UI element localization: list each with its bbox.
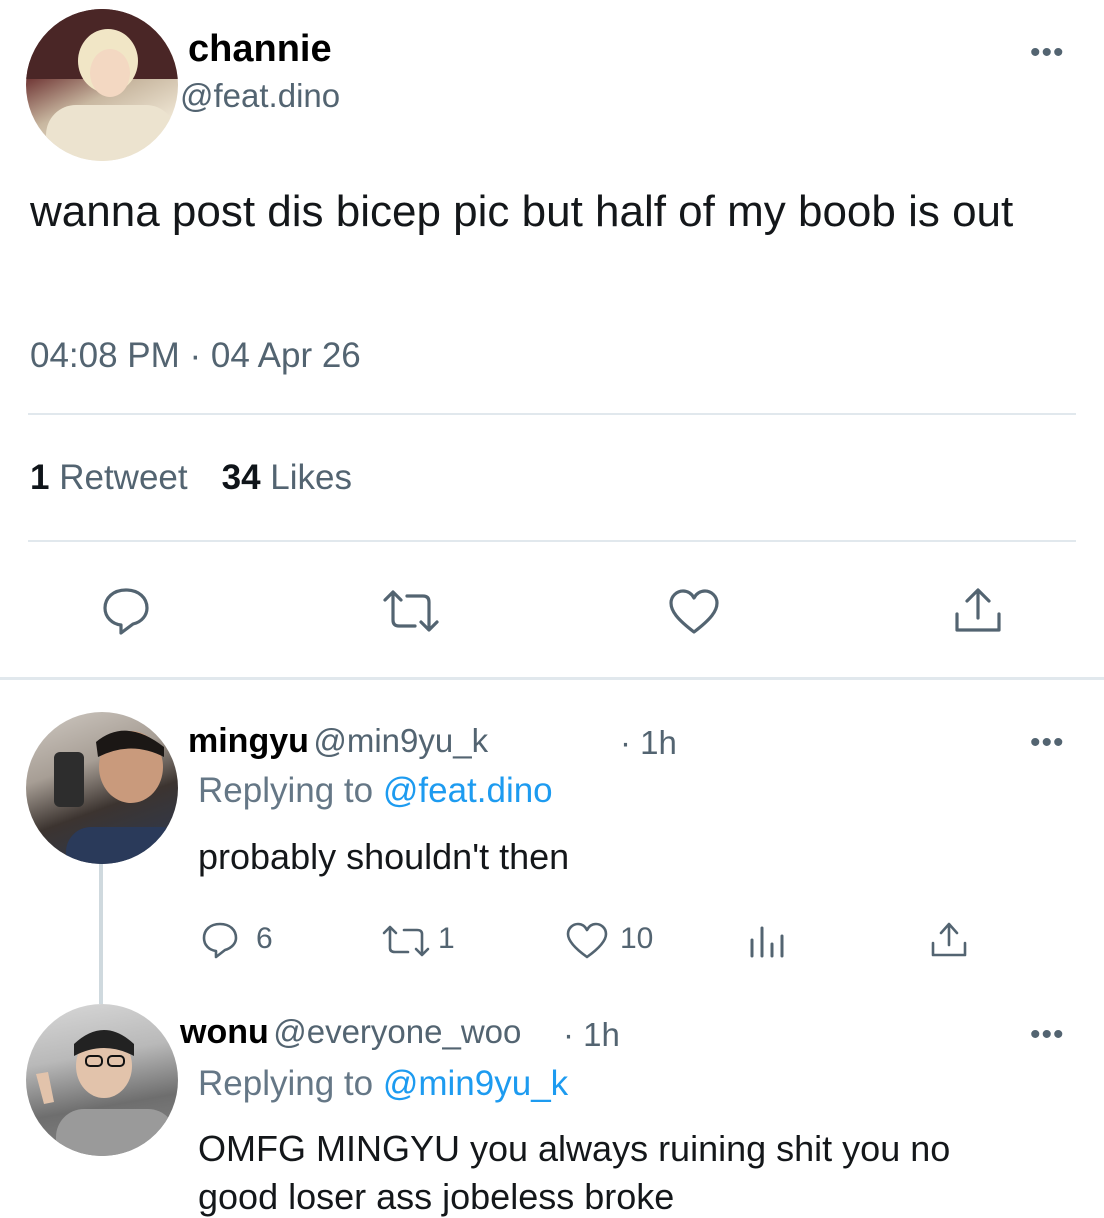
replying-mention[interactable]: @min9yu_k [383, 1064, 568, 1103]
avatar-photo-icon [36, 1030, 176, 1156]
replying-to: Replying to @min9yu_k [198, 1064, 568, 1104]
share-icon [931, 922, 967, 957]
retweet-stat[interactable]: 1 Retweet [30, 458, 188, 497]
reply-handle[interactable]: @min9yu_k [313, 722, 488, 759]
replying-prefix: Replying to [198, 771, 374, 810]
replying-prefix: Replying to [198, 1064, 374, 1103]
retweet-icon [383, 590, 439, 632]
section-divider [0, 677, 1104, 680]
reply-time[interactable]: · 1h [620, 724, 677, 762]
retweet-button[interactable] [381, 923, 431, 959]
share-button[interactable] [952, 586, 1004, 636]
retweet-icon [382, 925, 430, 957]
likes-stat[interactable]: 34 Likes [222, 458, 352, 497]
reply-button[interactable] [100, 586, 152, 636]
like-button[interactable] [667, 588, 721, 636]
likes-label: Likes [270, 458, 352, 497]
like-icon [566, 922, 608, 959]
retweet-label: Retweet [59, 458, 188, 497]
reply-display-name[interactable]: mingyu [188, 722, 309, 760]
avatar-photo-icon [26, 9, 178, 161]
retweet-count: 1 [438, 922, 455, 955]
author-avatar[interactable] [26, 9, 178, 161]
retweet-button[interactable] [381, 588, 441, 634]
retweet-count: 1 [30, 458, 50, 497]
more-options-icon[interactable]: ••• [1030, 38, 1065, 68]
reply-icon [103, 588, 149, 635]
like-button[interactable] [565, 922, 609, 960]
reply-header: mingyu @min9yu_k [188, 722, 488, 761]
reply-button[interactable] [200, 921, 240, 959]
reply-icon [202, 922, 238, 959]
tweet-timestamp[interactable]: 04:08 PM · 04 Apr 26 [30, 336, 361, 376]
reply-text: probably shouldn't then [198, 836, 570, 877]
reply-header: wonu @everyone_woo [180, 1013, 521, 1052]
tweet-text: wanna post dis bicep pic but half of my … [30, 187, 1014, 236]
reply-time[interactable]: · 1h [563, 1016, 620, 1054]
reply-handle[interactable]: @everyone_woo [273, 1013, 521, 1050]
analytics-button[interactable] [748, 924, 786, 958]
avatar-photo-icon [54, 730, 178, 864]
replying-mention[interactable]: @feat.dino [383, 771, 553, 810]
like-icon [669, 589, 719, 634]
reply-display-name[interactable]: wonu [180, 1013, 269, 1051]
divider [28, 413, 1076, 415]
like-count: 10 [620, 922, 654, 955]
more-options-icon[interactable]: ••• [1030, 728, 1065, 758]
tweet-stats: 1 Retweet 34 Likes [30, 458, 352, 498]
reply-text: OMFG MINGYU you always ruining shit you … [198, 1128, 951, 1169]
share-button[interactable] [929, 921, 969, 959]
author-handle[interactable]: @feat.dino [180, 77, 340, 115]
reply-avatar[interactable] [26, 712, 178, 864]
likes-count: 34 [221, 458, 261, 497]
thread-line [99, 864, 103, 1004]
reply-count: 6 [256, 922, 273, 955]
analytics-icon [750, 926, 784, 958]
divider [28, 540, 1076, 542]
share-icon [955, 588, 1001, 632]
replying-to: Replying to @feat.dino [198, 771, 553, 811]
reply-text-line2: good loser ass jobeless broke [198, 1176, 675, 1217]
more-options-icon[interactable]: ••• [1030, 1020, 1065, 1050]
author-display-name[interactable]: channie [188, 28, 332, 71]
reply-avatar[interactable] [26, 1004, 178, 1156]
